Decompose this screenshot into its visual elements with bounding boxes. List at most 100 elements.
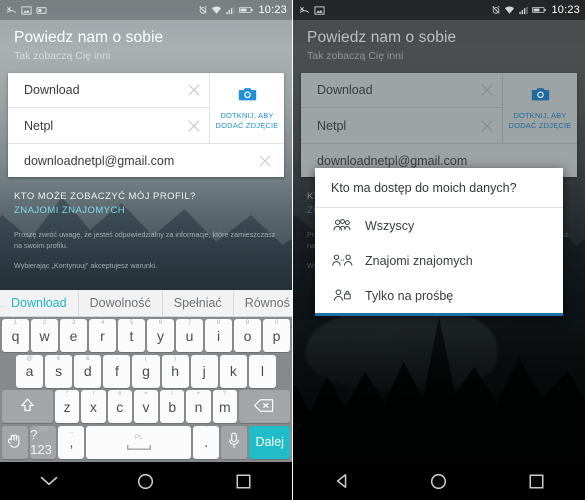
profile-visibility-section[interactable]: KTO MOŻE ZOBACZYĆ MÓJ PROFIL? ZNAJOMI ZN… bbox=[0, 177, 292, 216]
key-label: q bbox=[11, 327, 20, 344]
emoji-key[interactable] bbox=[2, 425, 29, 459]
key-s[interactable]: € s bbox=[45, 354, 73, 388]
key-x[interactable]: ! x bbox=[81, 390, 106, 424]
key-b[interactable]: / b bbox=[160, 390, 185, 424]
enter-next-key[interactable]: Dalej bbox=[249, 425, 290, 459]
keyboard-down-icon[interactable] bbox=[27, 462, 71, 500]
key-label: h bbox=[171, 363, 179, 380]
key-f[interactable]: -f bbox=[103, 354, 131, 388]
recents-icon[interactable] bbox=[514, 462, 558, 500]
key-p[interactable]: 0p bbox=[263, 319, 290, 352]
key-o[interactable]: 9o bbox=[234, 319, 261, 352]
key-i[interactable]: 8i bbox=[205, 319, 232, 352]
key-alt-label: 2 bbox=[42, 319, 47, 326]
add-photo-button[interactable]: DOTKNIJ, ABY DODAĆ ZDJĘCIE bbox=[209, 73, 284, 143]
suggestion-item[interactable]: Spełniać bbox=[163, 290, 234, 316]
back-icon[interactable] bbox=[320, 462, 364, 500]
key-alt-label: 3 bbox=[71, 319, 76, 326]
key-n[interactable]: + n bbox=[186, 390, 211, 424]
shift-icon bbox=[19, 397, 36, 417]
dialog-option-on-request[interactable]: Tylko na prośbę bbox=[315, 278, 563, 313]
first-name-field[interactable]: Download bbox=[8, 73, 209, 108]
home-icon[interactable] bbox=[124, 462, 168, 500]
key-q[interactable]: 1q bbox=[2, 319, 29, 352]
key-y[interactable]: 6y bbox=[147, 319, 174, 352]
suggestion-item[interactable]: Download bbox=[0, 290, 79, 316]
dialog-bottom-accent bbox=[315, 313, 563, 316]
key-k[interactable]: ; k bbox=[219, 354, 247, 388]
space-key[interactable]: PL bbox=[86, 425, 192, 459]
close-icon[interactable] bbox=[256, 152, 274, 170]
wifi-icon bbox=[504, 5, 515, 16]
key-label: g bbox=[142, 363, 150, 380]
suggestion-item[interactable]: Równoś bbox=[234, 290, 292, 316]
backspace-icon bbox=[254, 398, 274, 416]
key-alt-label: 5 bbox=[129, 319, 134, 326]
add-photo-button[interactable]: DOTKNIJ, ABY DODAĆ ZDJĘCIE bbox=[502, 73, 577, 143]
on-screen-keyboard[interactable]: 1q 2w 3e 4r 5t 6y 7u 8i 9o 0p @ a € s & d -… bbox=[0, 317, 292, 462]
key-alt-label: ⌨ bbox=[38, 425, 48, 433]
key-t[interactable]: 5t bbox=[118, 319, 145, 352]
key-label: , bbox=[69, 434, 74, 451]
dialog-option-everyone[interactable]: Wszyscy bbox=[315, 208, 563, 243]
home-icon[interactable] bbox=[417, 462, 461, 500]
last-name-value: Netpl bbox=[317, 118, 347, 133]
add-photo-label-line1: DOTKNIJ, ABY bbox=[513, 111, 567, 121]
space-language-label: PL bbox=[134, 433, 143, 441]
key-r[interactable]: 4r bbox=[89, 319, 116, 352]
key-v[interactable]: = v bbox=[133, 390, 159, 424]
key-period[interactable]: ' . bbox=[193, 425, 220, 459]
key-label: b bbox=[168, 398, 177, 415]
key-e[interactable]: 3e bbox=[60, 319, 87, 352]
shift-key[interactable] bbox=[2, 390, 53, 424]
dialog-option-label: Tylko na prośbę bbox=[365, 288, 454, 303]
suggestion-item[interactable]: Dowolność bbox=[79, 290, 163, 316]
key-alt-label: : bbox=[203, 354, 206, 362]
key-alt-label: 6 bbox=[158, 319, 163, 326]
key-d[interactable]: & d bbox=[74, 354, 102, 388]
key-j[interactable]: :j bbox=[190, 354, 218, 388]
key-m[interactable]: ? m bbox=[212, 390, 237, 424]
key-w[interactable]: 2w bbox=[31, 319, 58, 352]
key-alt-label: ; bbox=[232, 354, 235, 362]
email-field[interactable]: downloadnetpl@gmail.com bbox=[8, 143, 284, 177]
backspace-key[interactable] bbox=[238, 390, 290, 424]
name-fields-group: Download Netpl bbox=[8, 73, 209, 143]
recents-icon[interactable] bbox=[221, 462, 265, 500]
key-c[interactable]: # c bbox=[107, 390, 132, 424]
key-alt-label: € bbox=[56, 354, 61, 362]
close-icon[interactable] bbox=[478, 117, 496, 135]
dialog-option-friends-of-friends[interactable]: Znajomi znajomych bbox=[315, 243, 563, 278]
key-a[interactable]: @ a bbox=[16, 354, 44, 388]
first-name-field[interactable]: Download bbox=[301, 73, 502, 108]
status-bar-clock: 10:23 bbox=[551, 4, 580, 16]
battery-icon bbox=[532, 5, 547, 15]
page-title: Powiedz nam o sobie bbox=[14, 29, 164, 46]
key-z[interactable]: * z bbox=[55, 390, 80, 424]
numbers-symbols-key[interactable]: ⌨ ?123 bbox=[30, 425, 57, 459]
close-icon[interactable] bbox=[185, 117, 203, 135]
close-icon[interactable] bbox=[185, 81, 203, 99]
key-label: f bbox=[114, 363, 119, 380]
close-icon[interactable] bbox=[478, 81, 496, 99]
mic-key[interactable] bbox=[221, 425, 248, 459]
key-u[interactable]: 7u bbox=[176, 319, 203, 352]
signal-icon bbox=[518, 5, 529, 16]
last-name-field[interactable]: Netpl bbox=[301, 108, 502, 143]
dual-screenshot-comparison: 10:23 Powiedz nam o sobie Tak zobaczą Ci… bbox=[0, 0, 585, 500]
profile-visibility-value[interactable]: ZNAJOMI ZNAJOMYCH bbox=[14, 205, 278, 216]
key-g[interactable]: (g bbox=[132, 354, 160, 388]
key-l[interactable]: " l bbox=[248, 354, 276, 388]
screenshot-icon bbox=[21, 5, 32, 16]
key-comma[interactable]: _ , bbox=[58, 425, 85, 459]
data-access-dialog: Kto ma dostęp do moich danych? Wszyscy Z… bbox=[315, 168, 563, 316]
status-bar: 10:23 bbox=[293, 0, 585, 20]
key-h[interactable]: ) h bbox=[161, 354, 189, 388]
key-alt-label: 1 bbox=[13, 319, 18, 326]
key-label: j bbox=[202, 363, 206, 380]
battery-icon bbox=[239, 5, 254, 15]
last-name-field[interactable]: Netpl bbox=[8, 108, 209, 143]
key-label: z bbox=[63, 398, 71, 415]
close-icon[interactable] bbox=[549, 152, 567, 170]
alarm-off-icon bbox=[491, 5, 501, 15]
